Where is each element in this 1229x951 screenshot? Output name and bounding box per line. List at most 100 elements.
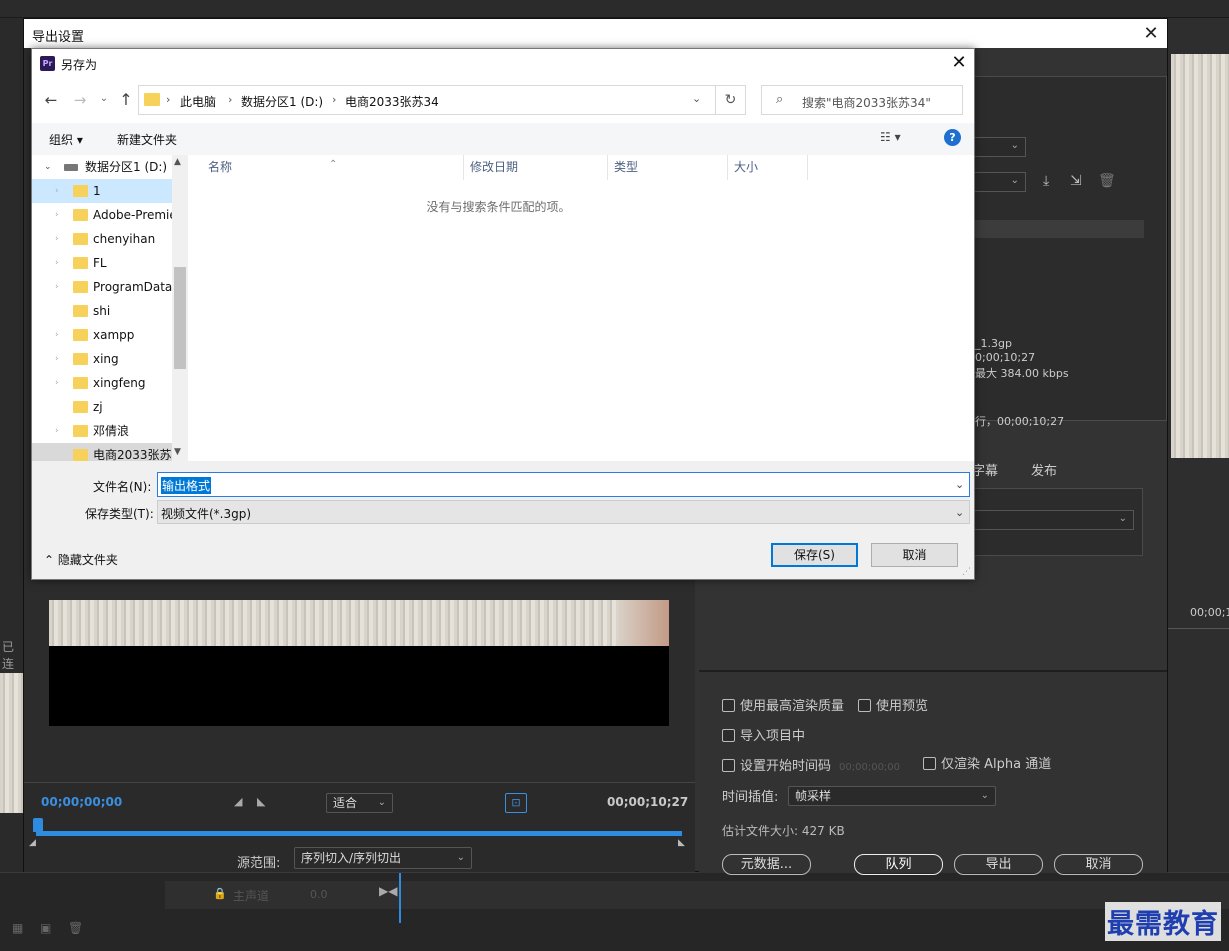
chevron-right-icon[interactable]: › bbox=[55, 275, 59, 299]
use-previews-checkbox[interactable] bbox=[858, 699, 871, 712]
export-button[interactable]: 导出 bbox=[954, 854, 1043, 875]
trash-icon[interactable]: 🗑 bbox=[68, 921, 83, 935]
view-options-icon[interactable]: ☷ ▾ bbox=[880, 130, 901, 144]
export-close-button[interactable]: ✕ bbox=[1138, 22, 1164, 46]
column-header-name[interactable]: 名称 ⌃ bbox=[189, 155, 464, 180]
tree-item-folder[interactable]: › xingfeng bbox=[32, 371, 187, 395]
tree-item-folder[interactable]: › 邓倩浪 bbox=[32, 419, 187, 443]
metadata-button[interactable]: 元数据... bbox=[722, 854, 811, 875]
source-range-select[interactable]: 序列切入/序列切出 ⌄ bbox=[294, 847, 472, 869]
breadcrumb-folder[interactable]: 电商2033张苏34 bbox=[345, 93, 439, 110]
timecode-start[interactable]: 00;00;00;00 bbox=[41, 795, 122, 809]
chevron-down-icon[interactable]: ⌄ bbox=[955, 506, 964, 519]
chevron-right-icon[interactable]: › bbox=[55, 251, 59, 275]
bin-icon[interactable]: ▦ bbox=[12, 921, 23, 935]
chevron-right-icon[interactable]: › bbox=[55, 227, 59, 251]
tree-item-drive[interactable]: ⌄ 数据分区1 (D:) bbox=[32, 155, 187, 179]
chevron-down-icon[interactable]: ⌄ bbox=[692, 92, 701, 105]
chevron-down-icon[interactable]: ⌄ bbox=[955, 478, 964, 491]
refresh-icon[interactable]: ↻ bbox=[716, 85, 746, 115]
timeline-playhead[interactable] bbox=[399, 873, 401, 923]
tree-scrollbar-thumb[interactable] bbox=[174, 267, 186, 369]
comments-field[interactable] bbox=[972, 220, 1144, 238]
cancel-button[interactable]: 取消 bbox=[871, 543, 958, 567]
search-input[interactable]: ⌕ 搜索"电商2033张苏34" bbox=[761, 85, 963, 115]
tree-item-folder[interactable]: zj bbox=[32, 395, 187, 419]
tree-item-folder[interactable]: › chenyihan bbox=[32, 227, 187, 251]
settings-sub-select[interactable]: ⌄ bbox=[972, 510, 1134, 530]
filename-input[interactable]: 输出格式 ⌄ bbox=[157, 472, 970, 497]
chevron-right-icon[interactable]: › bbox=[55, 179, 59, 203]
tree-item-folder[interactable]: shi bbox=[32, 299, 187, 323]
forward-arrow-icon[interactable]: → bbox=[71, 91, 89, 109]
tree-item-folder[interactable]: › xampp bbox=[32, 323, 187, 347]
import-project-checkbox[interactable] bbox=[722, 729, 735, 742]
folder-icon bbox=[73, 353, 88, 365]
preset-select[interactable]: ⌄ bbox=[972, 172, 1026, 192]
source-playhead[interactable] bbox=[33, 818, 43, 832]
tree-item-folder[interactable]: › ProgramData bbox=[32, 275, 187, 299]
save-button[interactable]: 保存(S) bbox=[771, 543, 858, 567]
scroll-down-icon[interactable]: ▼ bbox=[174, 447, 181, 457]
breadcrumb-separator-icon[interactable]: › bbox=[228, 93, 232, 106]
tab-captions[interactable]: 字幕 bbox=[972, 460, 998, 479]
close-icon[interactable]: ✕ bbox=[946, 52, 972, 74]
queue-button[interactable]: 队列 bbox=[854, 854, 943, 875]
column-header-date[interactable]: 修改日期 bbox=[464, 155, 608, 180]
tree-item-folder[interactable]: › FL bbox=[32, 251, 187, 275]
new-folder-button[interactable]: 新建文件夹 bbox=[117, 131, 177, 148]
column-header-size[interactable]: 大小 bbox=[728, 155, 808, 180]
chevron-right-icon[interactable]: › bbox=[55, 371, 59, 395]
resize-grip-icon[interactable]: ⋰ bbox=[962, 567, 971, 577]
export-cancel-button[interactable]: 取消 bbox=[1054, 854, 1143, 875]
tab-publish[interactable]: 发布 bbox=[1031, 460, 1057, 479]
breadcrumb-separator-icon[interactable]: › bbox=[166, 93, 170, 106]
tree-item-folder[interactable]: 电商2033张苏34 bbox=[32, 443, 187, 461]
save-preset-icon[interactable]: ⤓ bbox=[1043, 173, 1049, 189]
range-start-handle[interactable]: ◢ bbox=[29, 838, 36, 848]
alpha-only-checkbox[interactable] bbox=[923, 757, 936, 770]
new-item-icon[interactable]: ▣ bbox=[40, 921, 51, 935]
source-range-bar[interactable] bbox=[36, 831, 682, 836]
recent-locations-chevron-icon[interactable]: ⌄ bbox=[98, 93, 110, 104]
delete-preset-icon[interactable]: 🗑 bbox=[1098, 173, 1116, 189]
use-previews-option[interactable]: 使用预览 bbox=[858, 695, 928, 714]
format-select[interactable]: ⌄ bbox=[972, 137, 1026, 157]
filetype-select[interactable]: 视频文件(*.3gp) ⌄ bbox=[157, 500, 970, 524]
breadcrumb-this-pc[interactable]: 此电脑 bbox=[180, 93, 216, 110]
tree-item-label: xampp bbox=[93, 328, 135, 342]
up-arrow-icon[interactable]: ↑ bbox=[117, 90, 135, 109]
start-timecode-checkbox[interactable] bbox=[722, 759, 735, 772]
tree-item-folder[interactable]: › xing bbox=[32, 347, 187, 371]
chevron-right-icon[interactable]: › bbox=[55, 347, 59, 371]
hide-folders-button[interactable]: ⌃ 隐藏文件夹 bbox=[44, 551, 118, 568]
start-timecode-option[interactable]: 设置开始时间码 00;00;00;00 bbox=[722, 755, 900, 774]
breadcrumb-drive[interactable]: 数据分区1 (D:) bbox=[241, 93, 323, 110]
alpha-only-option[interactable]: 仅渲染 Alpha 通道 bbox=[923, 753, 1051, 772]
scroll-up-icon[interactable]: ▲ bbox=[174, 157, 181, 167]
time-interpolation-select[interactable]: 帧采样 ⌄ bbox=[788, 786, 996, 806]
help-icon[interactable]: ? bbox=[944, 129, 961, 146]
max-render-quality-checkbox[interactable] bbox=[722, 699, 735, 712]
lock-icon[interactable]: 🔒 bbox=[213, 887, 227, 900]
import-preset-icon[interactable]: ⇲ bbox=[1070, 173, 1082, 189]
column-header-type[interactable]: 类型 bbox=[608, 155, 728, 180]
breadcrumb-separator-icon[interactable]: › bbox=[332, 93, 336, 106]
mark-out-icon[interactable]: ◣ bbox=[257, 795, 265, 808]
mark-in-icon[interactable]: ◢ bbox=[234, 795, 242, 808]
fit-select[interactable]: 适合 ⌄ bbox=[326, 793, 393, 813]
chevron-right-icon[interactable]: › bbox=[55, 203, 59, 227]
address-bar[interactable]: › 此电脑 › 数据分区1 (D:) › 电商2033张苏34 ⌄ bbox=[138, 85, 716, 115]
back-arrow-icon[interactable]: ← bbox=[42, 91, 60, 109]
tree-item-folder[interactable]: › Adobe-Premiere bbox=[32, 203, 187, 227]
chevron-right-icon[interactable]: › bbox=[55, 323, 59, 347]
tree-item-folder[interactable]: › 1 bbox=[32, 179, 187, 203]
chevron-right-icon[interactable]: › bbox=[55, 419, 59, 443]
crop-icon[interactable]: ⊡ bbox=[505, 793, 527, 813]
chevron-down-icon[interactable]: ⌄ bbox=[44, 155, 52, 179]
max-render-quality-option[interactable]: 使用最高渲染质量 bbox=[722, 695, 844, 714]
range-end-handle[interactable]: ◣ bbox=[678, 838, 685, 848]
import-project-option[interactable]: 导入项目中 bbox=[722, 725, 805, 744]
organize-button[interactable]: 组织 ▾ bbox=[49, 131, 83, 148]
track-end-icon[interactable]: ▶◀ bbox=[379, 884, 397, 898]
